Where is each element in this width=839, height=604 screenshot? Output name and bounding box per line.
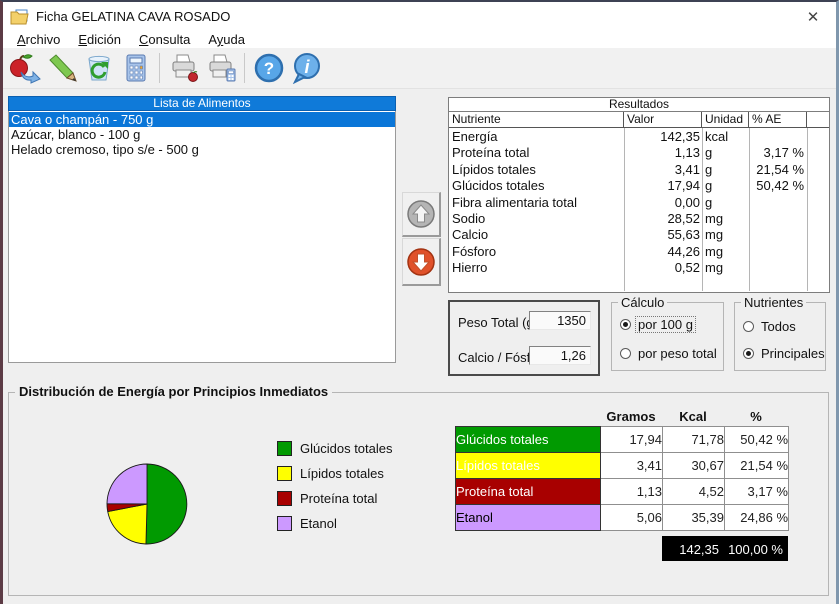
nutrientes-group: Nutrientes Todos Principales: [734, 302, 826, 371]
table-row: Etanol 5,06 35,39 24,86 %: [456, 505, 789, 531]
row-label-glucidos: Glúcidos totales: [456, 427, 601, 453]
calcio-fosforo-field[interactable]: 1,26: [529, 346, 591, 365]
food-list: Cava o champán - 750 g Azúcar, blanco - …: [8, 111, 396, 363]
menu-edicion[interactable]: Edición: [69, 32, 130, 47]
radio-button-icon: [620, 319, 631, 330]
radio-button-icon: [743, 321, 754, 332]
table-row: Proteína total 1,13 4,52 3,17 %: [456, 479, 789, 505]
peso-total-field[interactable]: 1350: [529, 311, 591, 330]
results-title: Resultados: [449, 98, 829, 112]
totals-panel: Peso Total (g) 1350 Calcio / Fósforo 1,2…: [448, 300, 600, 376]
move-up-button[interactable]: [402, 192, 441, 237]
table-row: Glúcidos totales17,94g50,42 %: [449, 178, 829, 194]
nutrientes-group-label: Nutrientes: [741, 295, 806, 310]
legend-item: Lípidos totales: [277, 461, 393, 486]
legend-item: Proteína total: [277, 486, 393, 511]
print-foods-icon[interactable]: [165, 50, 202, 86]
results-body: Energía142,35kcal Proteína total1,13g3,1…: [449, 128, 829, 291]
header-gramos: Gramos: [600, 409, 662, 424]
total-pct: 100,00 %: [724, 536, 788, 561]
move-down-button[interactable]: [402, 238, 441, 286]
export-food-icon[interactable]: [6, 50, 43, 86]
row-label-proteina: Proteína total: [456, 479, 601, 505]
calculator-icon[interactable]: [117, 50, 154, 86]
energy-table-headers: Gramos Kcal %: [455, 409, 788, 424]
menu-bar: Archivo Edición Consulta Ayuda: [3, 31, 836, 48]
table-row: Energía142,35kcal: [449, 129, 829, 145]
legend-swatch-proteina: [277, 491, 292, 506]
table-row: Glúcidos totales 17,94 71,78 50,42 %: [456, 427, 789, 453]
results-panel: Resultados Nutriente Valor Unidad % AE E…: [448, 97, 830, 293]
window-title: Ficha GELATINA CAVA ROSADO: [36, 9, 230, 24]
table-row: Lípidos totales3,41g21,54 %: [449, 162, 829, 178]
close-button[interactable]: ✕: [790, 2, 836, 31]
legend-swatch-etanol: [277, 516, 292, 531]
legend-swatch-lipidos: [277, 466, 292, 481]
pie-slice-etanol: [107, 464, 147, 504]
table-row: Fósforo44,26mg: [449, 244, 829, 260]
food-list-header: Lista de Alimentos: [8, 96, 396, 111]
energy-table: Glúcidos totales 17,94 71,78 50,42 % Líp…: [455, 426, 789, 531]
food-list-item[interactable]: Azúcar, blanco - 100 g: [9, 127, 395, 142]
edit-pencil-icon[interactable]: [43, 50, 80, 86]
help-icon[interactable]: ?: [250, 50, 287, 86]
food-list-item[interactable]: Cava o champán - 750 g: [9, 112, 395, 127]
pie-legend: Glúcidos totales Lípidos totales Proteín…: [277, 436, 393, 536]
table-row: Lípidos totales 3,41 30,67 21,54 %: [456, 453, 789, 479]
row-label-etanol: Etanol: [456, 505, 601, 531]
menu-archivo[interactable]: Archivo: [8, 32, 69, 47]
calculo-group: Cálculo por 100 g por peso total: [611, 302, 724, 371]
pie-slice-glucidos: [146, 464, 187, 544]
arrow-down-icon: [406, 247, 436, 277]
column-header-valor: Valor: [624, 112, 702, 127]
radio-todos[interactable]: Todos: [743, 319, 798, 334]
menu-ayuda[interactable]: Ayuda: [199, 32, 254, 47]
menu-consulta[interactable]: Consulta: [130, 32, 199, 47]
column-header-unidad: Unidad: [702, 112, 749, 127]
legend-item: Etanol: [277, 511, 393, 536]
energy-total-row: 142,35 100,00 %: [662, 536, 788, 561]
energy-pie-chart: [104, 461, 190, 547]
refresh-list-icon[interactable]: [80, 50, 117, 86]
food-list-item[interactable]: Helado cremoso, tipo s/e - 500 g: [9, 142, 395, 157]
window-icon: [10, 9, 29, 25]
results-header-row: Nutriente Valor Unidad % AE: [449, 112, 829, 128]
app-window: Ficha GELATINA CAVA ROSADO ✕ Archivo Edi…: [0, 0, 839, 604]
table-row: Sodio28,52mg: [449, 211, 829, 227]
total-kcal: 142,35: [662, 536, 724, 561]
radio-por-100g[interactable]: por 100 g: [620, 317, 695, 332]
print-results-icon[interactable]: [202, 50, 239, 86]
peso-total-label: Peso Total (g): [458, 315, 538, 330]
radio-button-icon: [743, 348, 754, 359]
row-label-lipidos: Lípidos totales: [456, 453, 601, 479]
legend-swatch-glucidos: [277, 441, 292, 456]
calculo-group-label: Cálculo: [618, 295, 667, 310]
toolbar: ? i: [3, 48, 836, 89]
arrow-up-icon: [406, 199, 436, 229]
column-header-nutriente: Nutriente: [449, 112, 624, 127]
svg-text:?: ?: [263, 59, 273, 78]
table-row: Hierro0,52mg: [449, 260, 829, 276]
energy-distribution-group: Distribución de Energía por Principios I…: [8, 392, 829, 596]
table-row: Proteína total1,13g3,17 %: [449, 145, 829, 161]
table-row: Calcio55,63mg: [449, 227, 829, 243]
header-pct: %: [724, 409, 788, 424]
info-icon[interactable]: i: [287, 50, 324, 86]
energy-distribution-title: Distribución de Energía por Principios I…: [15, 384, 332, 399]
toolbar-separator: [159, 53, 160, 83]
table-row: Fibra alimentaria total0,00g: [449, 195, 829, 211]
toolbar-separator: [244, 53, 245, 83]
column-header-empty: [807, 112, 829, 127]
radio-button-icon: [620, 348, 631, 359]
header-kcal: Kcal: [662, 409, 724, 424]
title-bar: Ficha GELATINA CAVA ROSADO ✕: [3, 2, 836, 31]
radio-principales[interactable]: Principales: [743, 346, 827, 361]
column-header-pct-ae: % AE: [749, 112, 807, 127]
legend-item: Glúcidos totales: [277, 436, 393, 461]
radio-por-peso-total[interactable]: por peso total: [620, 346, 719, 361]
